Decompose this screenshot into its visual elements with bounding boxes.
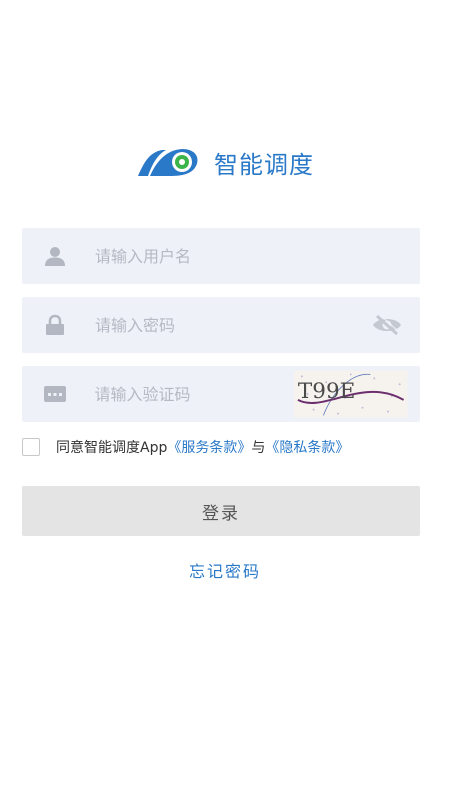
agreement-connector: 与 [251, 440, 266, 456]
captcha-text: T99E [298, 379, 355, 404]
service-terms-link[interactable]: 《服务条款》 [167, 437, 251, 457]
login-button[interactable]: 登录 [22, 486, 420, 536]
username-field[interactable] [22, 228, 420, 284]
login-page: 智能调度 请输入用户名 请输入验证码 T99E 同意智能调度App 《服务条款》… [0, 0, 450, 800]
privacy-terms-link[interactable]: 《隐私条款》 [265, 437, 349, 457]
user-icon [43, 244, 67, 268]
captcha-image[interactable]: T99E [294, 370, 408, 418]
agree-checkbox[interactable] [22, 438, 40, 456]
agreement-row: 同意智能调度App 《服务条款》 与 《隐私条款》 [22, 437, 349, 457]
eye-off-icon[interactable] [370, 310, 404, 340]
password-input[interactable] [95, 297, 370, 353]
captcha-field[interactable]: T99E [22, 366, 420, 422]
username-input[interactable] [95, 228, 420, 284]
app-title: 智能调度 [214, 150, 314, 179]
keyboard-icon [43, 382, 66, 406]
app-header: 智能调度 [0, 142, 450, 182]
captcha-input[interactable] [94, 366, 295, 422]
password-field[interactable] [22, 297, 420, 353]
app-logo-icon [138, 149, 198, 176]
lock-icon [43, 313, 67, 337]
agreement-prefix: 同意智能调度App [56, 440, 168, 456]
forgot-password-link[interactable]: 忘记密码 [0, 558, 450, 582]
